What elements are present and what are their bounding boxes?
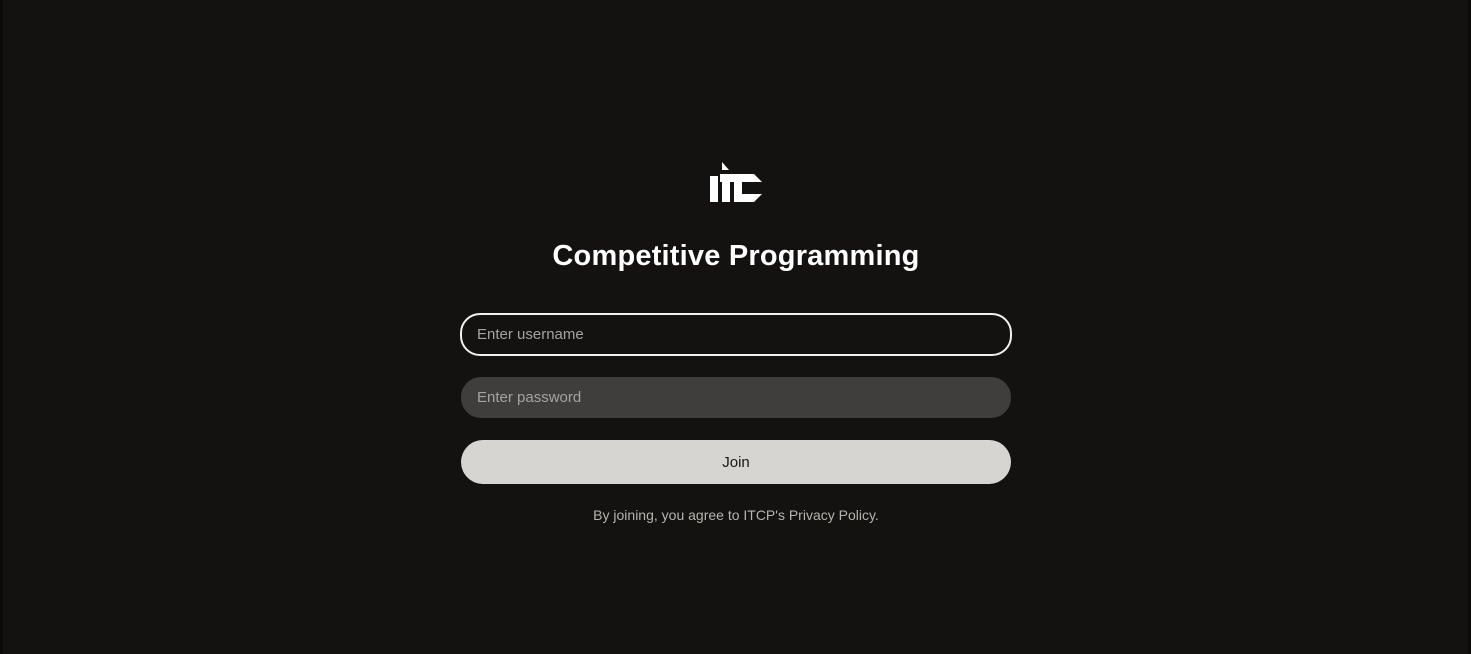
login-page: Competitive Programming Join By joining,…: [0, 0, 1471, 654]
login-card: Competitive Programming Join By joining,…: [460, 160, 1012, 523]
itc-logo-icon: [710, 162, 762, 202]
window-edge-left: [0, 0, 3, 654]
password-input[interactable]: [461, 377, 1011, 418]
join-button[interactable]: Join: [461, 440, 1011, 484]
page-title: Competitive Programming: [552, 240, 920, 272]
privacy-agreement-text: By joining, you agree to ITCP's Privacy …: [593, 507, 879, 523]
username-input[interactable]: [460, 313, 1012, 356]
